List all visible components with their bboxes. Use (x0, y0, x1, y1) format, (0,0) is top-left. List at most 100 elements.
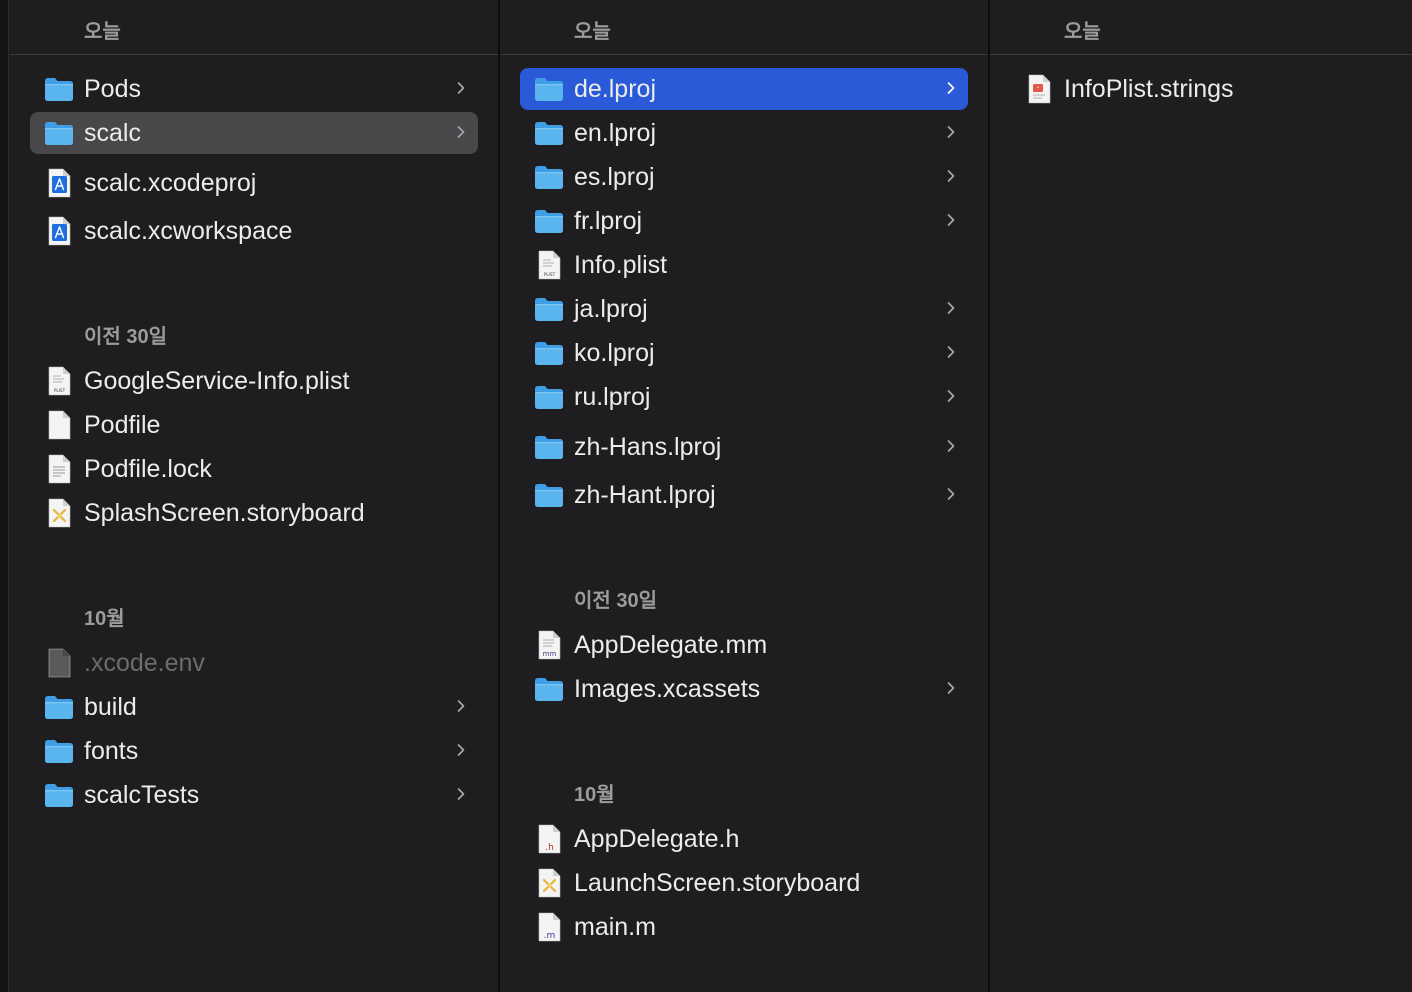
folder-icon (44, 118, 74, 148)
item-name: LaunchScreen.storyboard (574, 869, 861, 897)
item-name: es.lproj (574, 163, 655, 191)
group-header-label: 이전 30일 (84, 326, 168, 348)
item-name: ru.lproj (574, 383, 651, 411)
folder-row-ja-lproj[interactable]: ja.lproj (520, 288, 968, 330)
folder-icon (534, 432, 564, 462)
finder-column-browser: 오늘 Pods scalc scalc.xcodeproj scalc.xcworks… (0, 0, 1412, 992)
column-project-root[interactable]: 오늘 Pods scalc scalc.xcodeproj scalc.xcworks… (10, 0, 498, 992)
folder-row-ko-lproj[interactable]: ko.lproj (520, 332, 968, 374)
folder-icon (44, 692, 74, 722)
column-header: 오늘 (500, 0, 988, 55)
folder-row-de-lproj[interactable]: de.lproj (520, 68, 968, 110)
item-name: build (84, 693, 137, 721)
item-name: zh-Hant.lproj (574, 481, 716, 509)
item-name: fr.lproj (574, 207, 643, 235)
folder-icon (44, 736, 74, 766)
chevron-right-icon (944, 681, 958, 695)
file-row-main-m[interactable]: .m main.m (520, 906, 968, 948)
m-file-icon: .m (534, 912, 564, 942)
file-row-xcode-env[interactable]: .xcode.env (30, 642, 478, 684)
item-name: scalc (84, 119, 141, 147)
chevron-right-icon (454, 81, 468, 95)
file-row-googleservice-info-plist[interactable]: PLIST GoogleService-Info.plist (30, 360, 478, 402)
mm-file-icon: mm (534, 630, 564, 660)
folder-icon (44, 780, 74, 810)
column-header: 오늘 (990, 0, 1412, 55)
folder-row-scalc[interactable]: scalc (30, 112, 478, 154)
item-name: main.m (574, 913, 656, 941)
strings-file-icon: " (1024, 74, 1054, 104)
item-name: scalc.xcodeproj (84, 169, 257, 197)
folder-row-en-lproj[interactable]: en.lproj (520, 112, 968, 154)
group-header-label: 이전 30일 (574, 590, 658, 612)
item-name: SplashScreen.storyboard (84, 499, 365, 527)
column-header-label: 오늘 (84, 21, 121, 43)
h-file-icon: .h (534, 824, 564, 854)
file-row-info-plist[interactable]: PLIST Info.plist (520, 244, 968, 286)
column-header-label: 오늘 (574, 21, 611, 43)
folder-icon (534, 118, 564, 148)
folder-row-zh-hant-lproj[interactable]: zh-Hant.lproj (520, 474, 968, 516)
folder-row-fonts[interactable]: fonts (30, 730, 478, 772)
chevron-right-icon (944, 439, 958, 453)
folder-row-images-xcassets[interactable]: Images.xcassets (520, 668, 968, 710)
column-header: 오늘 (10, 0, 498, 55)
item-name: Podfile.lock (84, 455, 212, 483)
file-row-scalc-xcworkspace[interactable]: scalc.xcworkspace (30, 210, 478, 252)
folder-icon (534, 162, 564, 192)
svg-text:": " (1037, 87, 1040, 93)
folder-row-scalctests[interactable]: scalcTests (30, 774, 478, 816)
folder-icon (534, 74, 564, 104)
file-row-podfile[interactable]: Podfile (30, 404, 478, 446)
folder-row-zh-hans-lproj[interactable]: zh-Hans.lproj (520, 426, 968, 468)
svg-text:.m: .m (544, 931, 556, 941)
item-name: Podfile (84, 411, 161, 439)
file-row-infoplist-strings[interactable]: " InfoPlist.strings (1010, 68, 1412, 110)
file-row-launchscreen-storyboard[interactable]: LaunchScreen.storyboard (520, 862, 968, 904)
hidden-file-icon (44, 648, 74, 678)
file-row-scalc-xcodeproj[interactable]: scalc.xcodeproj (30, 162, 478, 204)
folder-icon (534, 338, 564, 368)
item-name: Images.xcassets (574, 675, 761, 703)
chevron-right-icon (944, 125, 958, 139)
item-name: GoogleService-Info.plist (84, 367, 350, 395)
folder-row-pods[interactable]: Pods (30, 68, 478, 110)
left-edge-strip (0, 0, 9, 992)
folder-row-build[interactable]: build (30, 686, 478, 728)
item-name: en.lproj (574, 119, 656, 147)
column-de-lproj[interactable]: 오늘 " InfoPlist.strings (990, 0, 1412, 992)
xcodeproj-icon (44, 168, 74, 198)
svg-text:PLIST: PLIST (54, 388, 66, 393)
chevron-right-icon (454, 125, 468, 139)
folder-icon (534, 480, 564, 510)
folder-row-es-lproj[interactable]: es.lproj (520, 156, 968, 198)
xcworkspace-icon (44, 216, 74, 246)
chevron-right-icon (944, 389, 958, 403)
file-row-appdelegate-h[interactable]: .h AppDelegate.h (520, 818, 968, 860)
group-header-label: 10월 (84, 608, 125, 630)
file-row-appdelegate-mm[interactable]: mm AppDelegate.mm (520, 624, 968, 666)
item-name: InfoPlist.strings (1064, 75, 1234, 103)
item-name: de.lproj (574, 75, 656, 103)
file-row-splashscreen-storyboard[interactable]: SplashScreen.storyboard (30, 492, 478, 534)
file-row-podfile-lock[interactable]: Podfile.lock (30, 448, 478, 490)
item-name: AppDelegate.mm (574, 631, 768, 659)
chevron-right-icon (454, 743, 468, 757)
svg-text:mm: mm (543, 650, 557, 658)
storyboard-file-icon (534, 868, 564, 898)
item-name: AppDelegate.h (574, 825, 740, 853)
column-scalc[interactable]: 오늘 de.lproj en.lproj es.lproj fr.lproj PLIST… (500, 0, 988, 992)
folder-icon (534, 294, 564, 324)
item-name: scalc.xcworkspace (84, 217, 293, 245)
chevron-right-icon (944, 345, 958, 359)
group-header-label: 10월 (574, 784, 615, 806)
folder-row-ru-lproj[interactable]: ru.lproj (520, 376, 968, 418)
folder-row-fr-lproj[interactable]: fr.lproj (520, 200, 968, 242)
item-name: fonts (84, 737, 139, 765)
svg-text:PLIST: PLIST (544, 272, 556, 277)
item-name: Pods (84, 75, 141, 103)
folder-icon (44, 74, 74, 104)
column-header-label: 오늘 (1064, 21, 1101, 43)
svg-text:.h: .h (545, 843, 554, 853)
chevron-right-icon (944, 487, 958, 501)
